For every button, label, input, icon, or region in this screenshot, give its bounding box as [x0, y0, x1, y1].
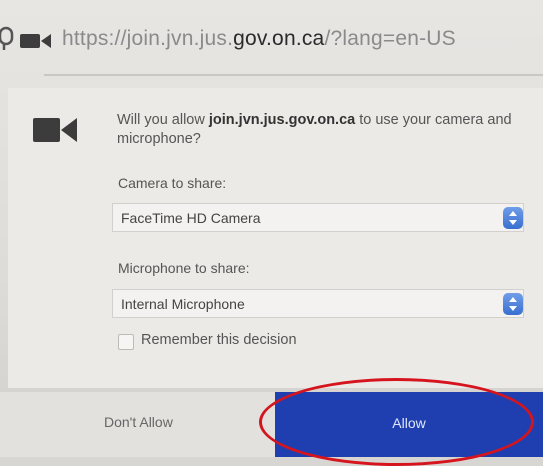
remember-checkbox[interactable]	[118, 334, 134, 350]
updown-chevron-icon[interactable]	[503, 207, 523, 229]
question-lead: Will you allow	[117, 112, 209, 128]
question-site: join.jvn.jus.gov.on.ca	[208, 112, 356, 128]
microphone-select-value: Internal Microphone	[121, 296, 245, 312]
updown-chevron-icon[interactable]	[503, 293, 523, 315]
allow-button[interactable]: Allow	[275, 392, 543, 457]
camera-select[interactable]: FaceTime HD Camera	[112, 203, 524, 232]
video-camera-icon[interactable]	[20, 32, 54, 50]
dont-allow-label: Don't Allow	[104, 414, 173, 430]
url-prefix: https://join.jvn.jus.	[62, 27, 234, 50]
address-bar[interactable]: https://join.jvn.jus.gov.on.ca/?lang=en-…	[0, 0, 543, 86]
url-domain: gov.on.ca	[233, 27, 325, 50]
microphone-icon[interactable]	[0, 26, 16, 52]
allow-label: Allow	[392, 415, 426, 431]
permission-question: Will you allow join.jvn.jus.gov.on.ca to…	[117, 111, 522, 149]
microphone-select[interactable]: Internal Microphone	[112, 289, 524, 318]
screen: https://join.jvn.jus.gov.on.ca/?lang=en-…	[0, 0, 543, 466]
remember-label[interactable]: Remember this decision	[141, 332, 297, 348]
url-suffix: /?lang=en-US	[324, 27, 456, 50]
url-text[interactable]: https://join.jvn.jus.gov.on.ca/?lang=en-…	[62, 27, 456, 51]
microphone-label: Microphone to share:	[118, 260, 250, 276]
camera-label: Camera to share:	[118, 175, 227, 191]
address-bar-divider	[44, 74, 543, 76]
camera-select-value: FaceTime HD Camera	[121, 210, 261, 226]
dont-allow-button[interactable]: Don't Allow	[0, 392, 275, 457]
video-camera-icon	[33, 118, 77, 142]
